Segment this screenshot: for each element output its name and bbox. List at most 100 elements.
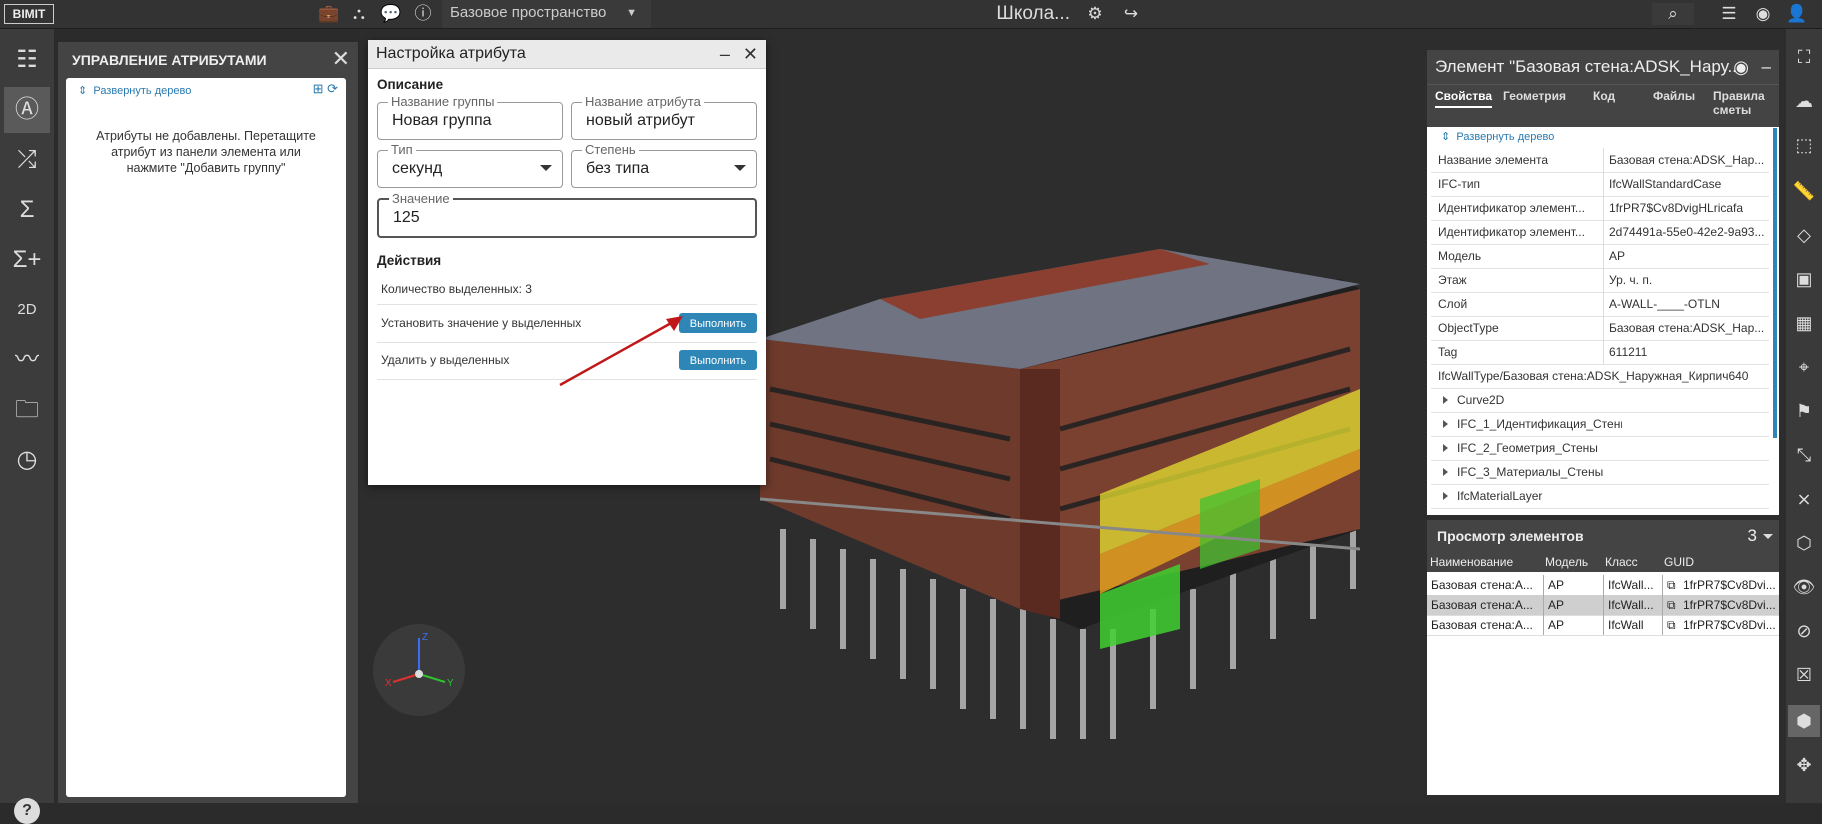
share-icon[interactable]: ↪ (1120, 3, 1142, 25)
tab-estimate-rules[interactable]: Правила сметы (1713, 89, 1773, 117)
ruler-icon[interactable]: 📏 (1788, 175, 1820, 207)
users-icon[interactable]: ⛬ (348, 3, 370, 25)
expand-tree-toggle[interactable]: ⇕ Развернуть дерево (1441, 130, 1554, 143)
minimize-icon[interactable]: – (720, 44, 730, 64)
copy-icon[interactable]: ⧉ (1667, 578, 1676, 593)
element-panel-title-bar: Элемент "Базовая стена:ADSK_Нару... ◉ – (1427, 50, 1779, 84)
table-row[interactable]: Базовая стена:А... АР IfcWall... ⧉ 1frPR… (1427, 575, 1779, 596)
3d-view-icon[interactable]: ⬢ (1788, 705, 1820, 737)
orbit-icon[interactable]: ✥ (1788, 749, 1820, 781)
group-row[interactable]: Curve2D (1431, 388, 1769, 413)
cloud-icon[interactable]: ☁ (1788, 85, 1820, 117)
chat-icon[interactable]: 💬 (380, 3, 402, 25)
prop-row[interactable]: IFC-тип IfcWallStandardCase (1431, 172, 1769, 197)
close-icon[interactable]: ✕ (743, 44, 758, 64)
prop-row[interactable]: Tag 611211 (1431, 340, 1769, 365)
tab-properties[interactable]: Свойства (1435, 89, 1492, 108)
shuffle-icon[interactable]: ⤮ (4, 137, 50, 183)
group-name-field[interactable]: Название группы Новая группа (377, 94, 563, 140)
attribute-name-field[interactable]: Название атрибута новый атрибут (571, 94, 757, 140)
user-icon[interactable]: 👤 (1786, 3, 1808, 25)
group-row[interactable]: IFC_2_Геометрия_Стены (1431, 436, 1769, 461)
prop-row[interactable]: Идентификатор элемент... 1frPR7$Cv8DvigHL… (1431, 196, 1769, 221)
close-icon[interactable]: ✕ (332, 46, 350, 72)
table-row[interactable]: Базовая стена:А... АР IfcWall... ⧉ 1frPR… (1427, 595, 1779, 616)
group-label: IFC_2_Геометрия_Стены (1457, 441, 1598, 455)
sum-plus-icon[interactable]: Σ+ (4, 237, 50, 283)
prop-row[interactable]: ObjectType Базовая стена:ADSK_Нар... (1431, 316, 1769, 341)
properties-scrollbar[interactable] (1773, 128, 1777, 438)
group-label: IfcMaterialLayer (1457, 489, 1543, 503)
row-class: IfcWall (1608, 618, 1644, 632)
add-group-icon[interactable]: ⊞ (313, 81, 324, 96)
value-field[interactable]: Значение 125 (377, 191, 757, 238)
section-plane-icon[interactable]: ◇ (1788, 219, 1820, 251)
gear-icon[interactable]: ⚙ (1084, 3, 1106, 25)
element-panel-title: Элемент "Базовая стена:ADSK_Нару... (1435, 57, 1742, 76)
group-name-label: Название группы (388, 94, 498, 109)
group-row[interactable]: IfcMaterialLayer (1431, 484, 1769, 509)
help-icon[interactable]: ⓘ (412, 3, 434, 25)
column-header[interactable]: Класс (1605, 555, 1638, 569)
flag-icon[interactable]: ⚑ (1788, 395, 1820, 427)
notification-icon[interactable]: ◉ (1752, 3, 1774, 25)
element-count[interactable]: 3 (1748, 520, 1757, 552)
prop-row[interactable]: Идентификатор элемент... 2d74491a-55e0-42… (1431, 220, 1769, 245)
degree-select[interactable]: Степень без типа (571, 142, 757, 188)
tree-icon[interactable]: ☷ (4, 37, 50, 83)
type-row-label: IfcWallType/Базовая стена:ADSK_Наружная_… (1438, 369, 1749, 383)
chart-icon[interactable]: 〰 (4, 337, 50, 383)
column-header[interactable]: Наименование (1430, 555, 1513, 569)
briefcase-icon[interactable]: 💼 (318, 3, 340, 25)
cube-icon[interactable]: ⬡ (1788, 527, 1820, 559)
hide-icon[interactable]: ⊘ (1788, 615, 1820, 647)
grid-icon[interactable]: ▦ (1788, 307, 1820, 339)
transform-icon[interactable]: ⤡ (1788, 439, 1820, 471)
group-row[interactable]: IFC_3_Материалы_Стены (1431, 460, 1769, 485)
tab-geometry[interactable]: Геометрия (1503, 89, 1566, 103)
list-icon[interactable]: ☰ (1718, 3, 1740, 25)
copy-icon[interactable]: ⧉ (1667, 618, 1676, 633)
gauge-icon[interactable]: ◷ (4, 437, 50, 483)
prop-value: Базовая стена:ADSK_Нар... (1609, 321, 1765, 335)
select-icon[interactable]: ⬚ (1788, 129, 1820, 161)
target-icon[interactable]: ⌖ (1788, 351, 1820, 383)
folder-icon[interactable]: 🗀 (4, 387, 50, 433)
minimize-icon[interactable]: – (1762, 50, 1771, 84)
expand-tree-toggle[interactable]: ⇕ Развернуть дерево (78, 84, 191, 97)
column-header[interactable]: Модель (1545, 555, 1588, 569)
column-header[interactable]: GUID (1664, 555, 1694, 569)
type-select[interactable]: Тип секунд (377, 142, 563, 188)
refresh-icon[interactable]: ⟳ (327, 81, 338, 96)
fit-view-icon[interactable]: ⛶ (1788, 41, 1820, 73)
eye-icon[interactable]: ◉ (1733, 50, 1749, 84)
attributes-icon[interactable]: Ⓐ (4, 87, 50, 133)
help-button[interactable]: ? (14, 798, 40, 824)
type-row[interactable]: IfcWallType/Базовая стена:ADSK_Наружная_… (1431, 364, 1769, 389)
search-icon[interactable]: ⌕ (1652, 3, 1694, 25)
expand-tree-label: Развернуть дерево (1456, 131, 1555, 143)
isolate-icon[interactable]: ☒ (1788, 659, 1820, 691)
axes-icon[interactable]: ⨯ (1788, 483, 1820, 515)
prop-row[interactable]: Название элемента Базовая стена:ADSK_Нар.… (1431, 148, 1769, 173)
tab-code[interactable]: Код (1593, 89, 1615, 103)
group-label: Curve2D (1457, 393, 1505, 407)
axis-gizmo[interactable]: Z X Y (373, 624, 465, 716)
section-box-icon[interactable]: ▣ (1788, 263, 1820, 295)
row-name: Базовая стена:А... (1431, 598, 1533, 612)
prop-value: Базовая стена:ADSK_Нар... (1609, 153, 1765, 167)
space-select[interactable]: Базовое пространство ▼ (442, 0, 651, 28)
prop-row[interactable]: Модель АР (1431, 244, 1769, 269)
tab-files[interactable]: Файлы (1653, 89, 1695, 103)
type-label: Тип (388, 142, 416, 157)
prop-row[interactable]: Слой A-WALL-____-OTLN (1431, 292, 1769, 317)
sum-icon[interactable]: Σ (4, 187, 50, 233)
show-icon[interactable]: 👁 (1788, 571, 1820, 603)
group-label: IFC_3_Материалы_Стены (1457, 465, 1604, 479)
2d-icon[interactable]: 2D (4, 287, 50, 333)
copy-icon[interactable]: ⧉ (1667, 598, 1676, 613)
prop-row[interactable]: Этаж Ур. ч. п. (1431, 268, 1769, 293)
table-row[interactable]: Базовая стена:А... АР IfcWall ⧉ 1frPR7$C… (1427, 615, 1779, 636)
group-row[interactable]: IFC_1_Идентификация_Стены (1431, 412, 1769, 437)
chevron-down-icon[interactable] (1763, 534, 1773, 539)
